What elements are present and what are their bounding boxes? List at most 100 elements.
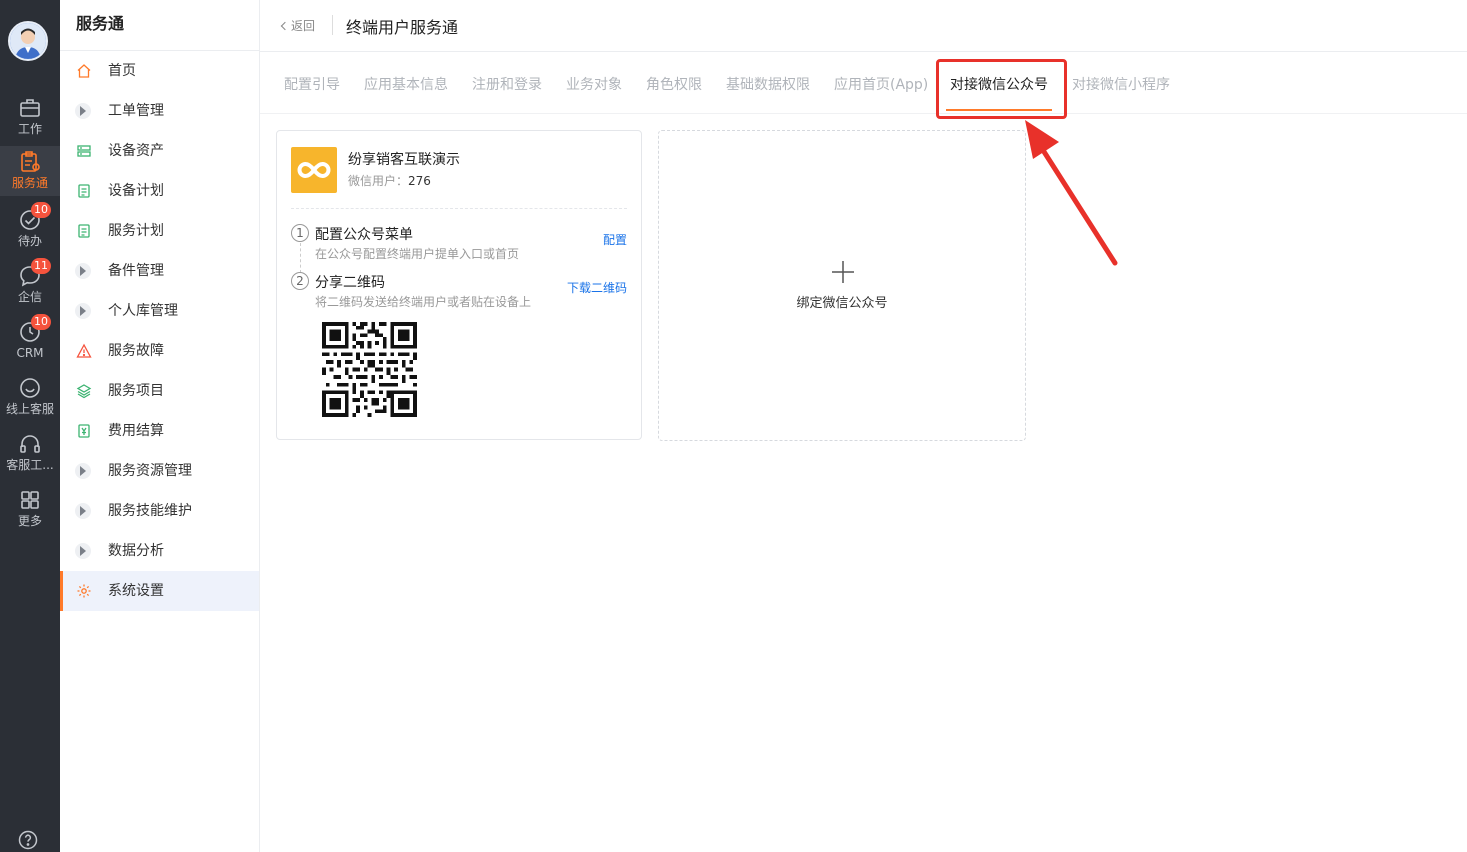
sidebar-menu: 首页 工单管理 设备资产 设备计划 服务计划 备件管理 个人库管理 服务故障 服… [60, 51, 259, 611]
sidebar-item-device-assets[interactable]: 设备资产 [60, 131, 259, 171]
sidebar-item-analytics[interactable]: 数据分析 [60, 531, 259, 571]
annotation-highlight-box [936, 59, 1067, 119]
page-title: 终端用户服务通 [346, 18, 459, 37]
step-number: 1 [291, 224, 309, 242]
rail-item-label: 客服工... [6, 458, 54, 472]
tab-data-permissions[interactable]: 基础数据权限 [726, 74, 810, 94]
tab-setup-guide[interactable]: 配置引导 [284, 74, 340, 94]
sidebar-item-service-resources[interactable]: 服务资源管理 [60, 451, 259, 491]
sidebar-item-service-plan[interactable]: 服务计划 [60, 211, 259, 251]
rail-item-label: 服务通 [11, 176, 48, 190]
plan-doc-icon [78, 184, 90, 198]
briefcase-icon [20, 99, 40, 117]
sidebar-item-label: 首页 [108, 63, 136, 79]
infinity-logo-icon [297, 161, 331, 179]
rail-item-crm[interactable]: CRM 10 [0, 314, 60, 368]
unread-badge: 10 [31, 314, 51, 330]
configure-menu-link[interactable]: 配置 [603, 231, 627, 248]
rail-item-online-service[interactable]: 线上客服 [0, 372, 60, 424]
page-header: 返回 终端用户服务通 [260, 0, 1467, 52]
tab-wechat-mini-program[interactable]: 对接微信小程序 [1072, 74, 1170, 94]
user-count-value: 276 [408, 174, 431, 188]
unread-badge: 10 [31, 202, 51, 218]
step-title: 分享二维码 [315, 275, 385, 291]
tab-app-home[interactable]: 应用首页(App) [834, 74, 928, 94]
qr-code-icon[interactable] [322, 322, 417, 417]
sidebar-item-label: 服务技能维护 [108, 503, 192, 519]
rail-item-label: 企信 [17, 290, 42, 304]
rail-item-service[interactable]: 服务通 [0, 146, 60, 196]
sidebar-item-skills[interactable]: 服务技能维护 [60, 491, 259, 531]
back-button[interactable]: 返回 [280, 17, 316, 34]
rail-item-support-desk[interactable]: 客服工... [0, 428, 60, 480]
tab-business-objects[interactable]: 业务对象 [566, 74, 622, 94]
header-divider [332, 15, 333, 35]
headset-icon [20, 435, 40, 453]
layers-icon [76, 384, 92, 399]
step-description: 将二维码发送给终端用户或者贴在设备上 [315, 295, 532, 309]
sidebar-item-label: 系统设置 [108, 583, 164, 599]
sidebar-item-system-settings[interactable]: 系统设置 [60, 571, 259, 611]
rail-item-work[interactable]: 工作 [0, 92, 60, 144]
unread-badge: 11 [31, 258, 51, 274]
user-avatar[interactable] [8, 21, 48, 61]
question-circle-icon[interactable] [18, 830, 38, 850]
module-sidebar: 服务通 首页 工单管理 设备资产 设备计划 服务计划 备件管理 个人库管理 服务… [60, 0, 260, 852]
user-count-label: 微信用户： [348, 174, 409, 188]
tab-register-login[interactable]: 注册和登录 [472, 74, 542, 94]
download-qr-link[interactable]: 下载二维码 [567, 279, 627, 296]
tab-role-permissions[interactable]: 角色权限 [646, 74, 702, 94]
grid-icon [21, 491, 39, 509]
tab-app-info[interactable]: 应用基本信息 [364, 74, 448, 94]
card-divider [291, 208, 627, 209]
sidebar-item-label: 服务计划 [108, 223, 164, 239]
sidebar-item-personal-stock[interactable]: 个人库管理 [60, 291, 259, 331]
sidebar-item-service-items[interactable]: 服务项目 [60, 371, 259, 411]
rail-item-todo[interactable]: 待办 10 [0, 202, 60, 256]
home-icon [77, 64, 91, 78]
sidebar-item-work-orders[interactable]: 工单管理 [60, 91, 259, 131]
back-label: 返回 [291, 19, 316, 33]
warning-icon [76, 343, 92, 358]
device-asset-icon [77, 145, 91, 157]
sidebar-item-label: 服务资源管理 [108, 463, 192, 479]
app-rail: 工作 服务通 待办 10 企信 11 CRM 10 线上客服 客服工... 更多 [0, 0, 60, 852]
step-title: 配置公众号菜单 [315, 227, 413, 243]
rail-item-label: 工作 [17, 122, 42, 136]
sidebar-item-label: 备件管理 [108, 263, 164, 279]
rail-item-label: 待办 [17, 234, 42, 248]
annotation-arrow-icon [1025, 120, 1118, 266]
gear-icon [77, 584, 91, 598]
bind-official-account-button[interactable]: 绑定微信公众号 [658, 130, 1026, 441]
step-connector [300, 243, 301, 273]
sidebar-item-service-faults[interactable]: 服务故障 [60, 331, 259, 371]
sidebar-title: 服务通 [60, 0, 259, 51]
sidebar-item-label: 个人库管理 [108, 303, 178, 319]
sidebar-item-label: 服务故障 [108, 343, 164, 359]
smile-chat-icon [20, 378, 40, 398]
official-account-card: 纷享销客互联演示 微信用户：276 1 配置公众号菜单 在公众号配置终端用户提单… [276, 130, 642, 440]
sidebar-item-label: 数据分析 [108, 543, 164, 559]
rail-item-more[interactable]: 更多 [0, 484, 60, 536]
sidebar-item-label: 费用结算 [108, 423, 164, 439]
rail-item-messages[interactable]: 企信 11 [0, 258, 60, 312]
sidebar-item-label: 设备资产 [108, 143, 164, 159]
yuan-doc-icon [78, 424, 90, 438]
bind-label: 绑定微信公众号 [796, 296, 888, 311]
sidebar-item-billing[interactable]: 费用结算 [60, 411, 259, 451]
sidebar-item-home[interactable]: 首页 [60, 51, 259, 91]
sidebar-item-spare-parts[interactable]: 备件管理 [60, 251, 259, 291]
step-description: 在公众号配置终端用户提单入口或首页 [315, 247, 520, 261]
sidebar-item-label: 工单管理 [108, 103, 164, 119]
rail-item-label: 更多 [17, 514, 42, 528]
sidebar-item-device-plan[interactable]: 设备计划 [60, 171, 259, 211]
plan-doc-icon [78, 224, 90, 238]
account-logo [291, 147, 337, 193]
plus-icon [832, 261, 854, 283]
sidebar-item-label: 设备计划 [108, 183, 164, 199]
chevron-left-icon [280, 21, 290, 31]
step-number: 2 [291, 272, 309, 290]
wechat-user-count: 微信用户：276 [348, 172, 431, 189]
service-clipboard-icon [21, 151, 40, 172]
tab-bar: 配置引导 应用基本信息 注册和登录 业务对象 角色权限 基础数据权限 应用首页(… [260, 52, 1467, 119]
